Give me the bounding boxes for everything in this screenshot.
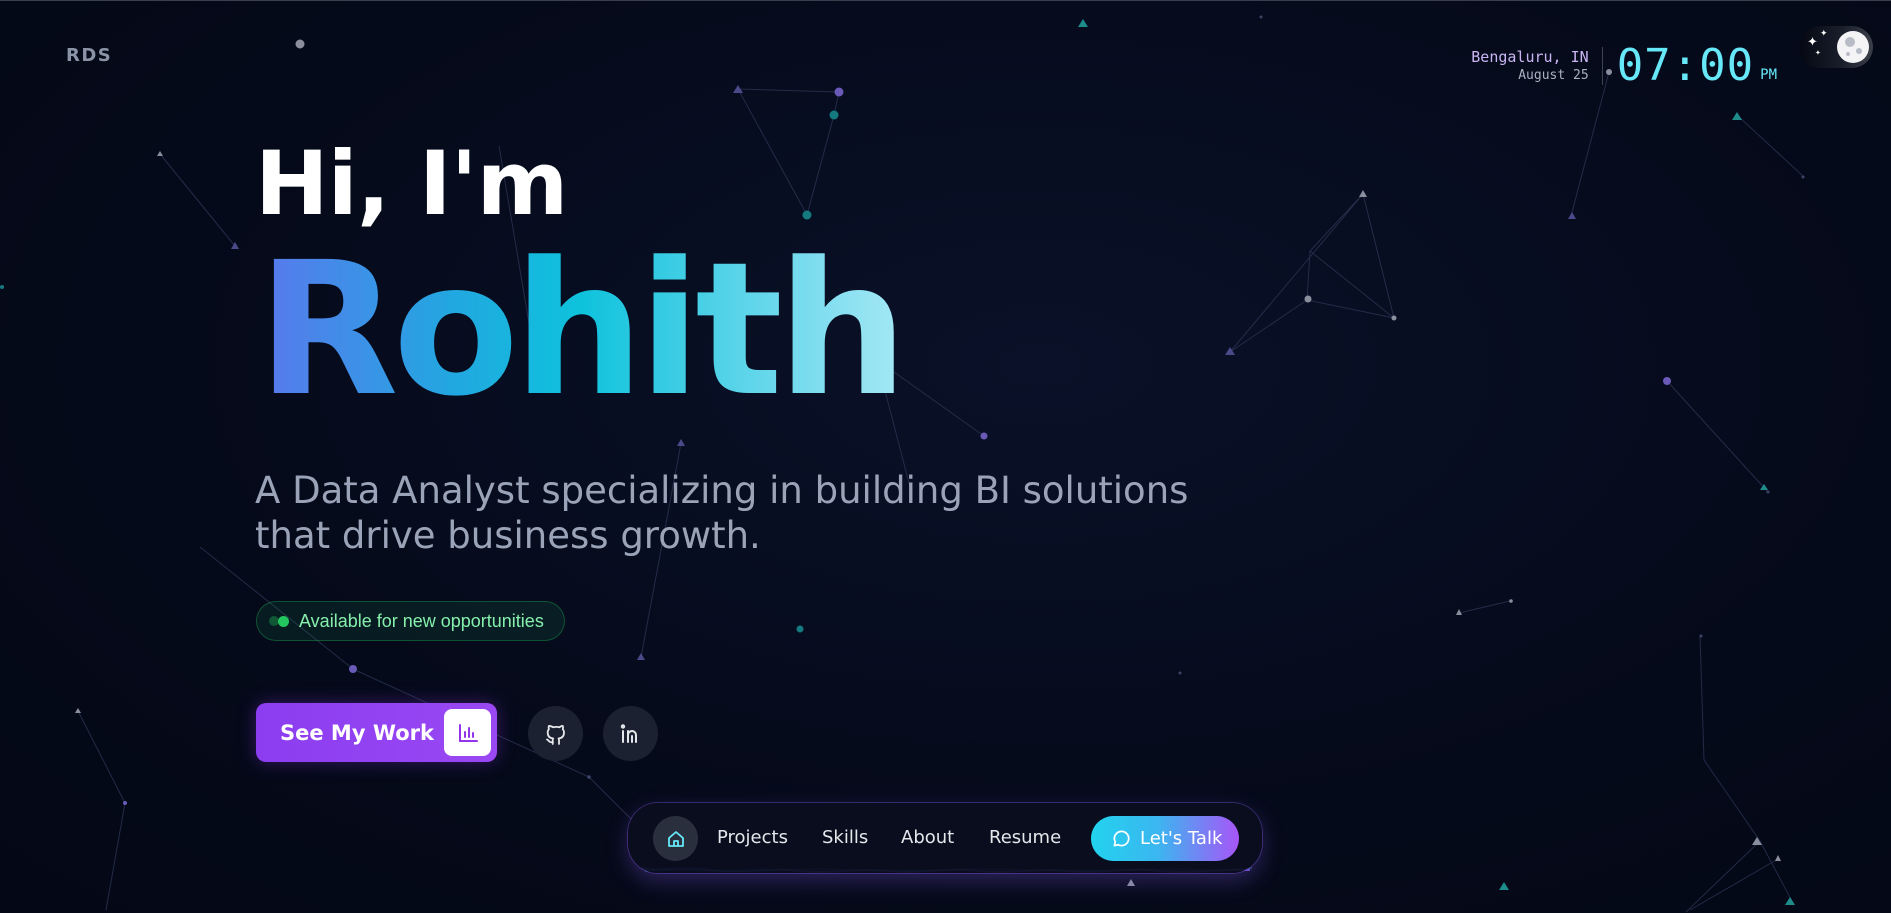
availability-badge: Available for new opportunities xyxy=(256,601,565,641)
home-icon xyxy=(667,830,684,847)
clock-date: August 25 xyxy=(1518,67,1589,83)
star-icon: ✦ xyxy=(1815,49,1821,57)
hero-greeting: Hi, I'm xyxy=(255,132,568,235)
linkedin-button[interactable] xyxy=(603,706,658,761)
site-logo[interactable]: RDS xyxy=(66,45,112,66)
lets-talk-label: Let's Talk xyxy=(1140,828,1223,849)
clock-location: Bengaluru, IN xyxy=(1471,47,1589,66)
availability-text: Available for new opportunities xyxy=(299,610,544,631)
local-clock: Bengaluru, IN August 25 07:00 PM xyxy=(1471,40,1777,91)
clock-time: 07:00 xyxy=(1616,40,1755,91)
bottom-navbar: Projects Skills About Resume Let's Talk xyxy=(628,803,1262,873)
chat-bubble-icon xyxy=(1113,830,1130,847)
lets-talk-button[interactable]: Let's Talk xyxy=(1091,816,1239,861)
hero-name: Rohith xyxy=(257,223,908,437)
hero-tagline: A Data Analyst specializing in building … xyxy=(255,468,1215,558)
nav-home-button[interactable] xyxy=(653,816,698,861)
see-my-work-label: See My Work xyxy=(280,720,434,745)
bar-chart-icon xyxy=(444,709,491,756)
see-my-work-button[interactable]: See My Work xyxy=(256,703,497,762)
github-button[interactable] xyxy=(528,706,583,761)
hero-tagline-line-1: A Data Analyst specializing in building … xyxy=(255,469,1189,512)
moon-icon xyxy=(1837,31,1869,63)
clock-location-block: Bengaluru, IN August 25 xyxy=(1471,46,1603,85)
linkedin-icon xyxy=(620,723,637,743)
star-icon: ✦ xyxy=(1820,29,1828,39)
clock-ampm: PM xyxy=(1760,67,1777,83)
nav-link-projects[interactable]: Projects xyxy=(717,827,788,848)
theme-toggle[interactable]: ✦ ✦ ✦ xyxy=(1799,26,1873,68)
star-icon: ✦ xyxy=(1807,35,1818,50)
status-dot xyxy=(278,616,289,627)
nav-link-about[interactable]: About xyxy=(901,827,954,848)
nav-link-skills[interactable]: Skills xyxy=(822,827,868,848)
nav-link-resume[interactable]: Resume xyxy=(989,827,1061,848)
github-icon xyxy=(545,724,565,745)
hero-tagline-line-2: that drive business growth. xyxy=(255,514,761,557)
